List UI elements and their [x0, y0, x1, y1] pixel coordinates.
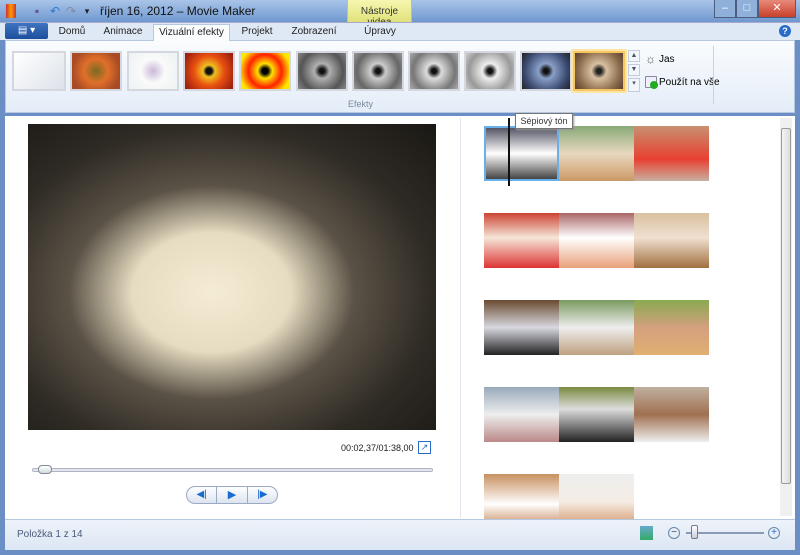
storyboard-clip[interactable]: [484, 213, 559, 268]
next-frame-button[interactable]: |▶: [248, 487, 277, 503]
effect-bw4[interactable]: [464, 51, 516, 91]
storyboard-clip[interactable]: [634, 213, 709, 268]
effect-cyan[interactable]: [520, 51, 572, 91]
tab-domu[interactable]: Domů: [50, 24, 94, 41]
storyboard-clip[interactable]: [559, 213, 634, 268]
effect-posterize[interactable]: [183, 51, 235, 91]
pane-divider: [460, 118, 461, 518]
ribbon-divider: [713, 46, 714, 104]
thumbnail-size-icon[interactable]: [640, 526, 653, 540]
storyboard-clip[interactable]: [634, 387, 709, 442]
redo-icon[interactable]: ↷: [64, 4, 78, 18]
storyboard-clip[interactable]: [634, 300, 709, 355]
previous-frame-button[interactable]: ◀|: [187, 487, 218, 503]
seek-slider[interactable]: [32, 468, 433, 472]
zoom-out-button[interactable]: −: [668, 527, 680, 539]
apply-all-icon: [645, 76, 658, 89]
undo-icon[interactable]: ↶: [48, 4, 62, 18]
app-icon: [6, 4, 16, 18]
zoom-thumb[interactable]: [690, 525, 698, 539]
playhead[interactable]: [508, 118, 510, 186]
playback-controls: ◀| ▶ |▶: [186, 486, 278, 504]
storyboard-clip[interactable]: [559, 300, 634, 355]
effect-edge[interactable]: [127, 51, 179, 91]
storyboard-clip[interactable]: [484, 387, 559, 442]
effect-sepia[interactable]: [573, 51, 625, 91]
gallery-scroll-up[interactable]: ▲: [628, 50, 640, 62]
group-label-efekty: Efekty: [348, 99, 374, 109]
close-button[interactable]: ✕: [758, 0, 796, 18]
window-title: říjen 16, 2012 – Movie Maker: [100, 4, 256, 18]
maximize-button[interactable]: □: [736, 0, 758, 18]
storyboard-clip[interactable]: [559, 387, 634, 442]
tab-vizualni-efekty[interactable]: Vizuální efekty: [153, 24, 230, 41]
scrollbar-thumb[interactable]: [781, 128, 791, 484]
save-icon[interactable]: ▪: [30, 4, 44, 18]
brightness-icon: ☼: [645, 52, 656, 66]
tab-upravy[interactable]: Úpravy: [348, 24, 412, 41]
customize-icon[interactable]: ▾: [80, 4, 94, 18]
play-button[interactable]: ▶: [217, 487, 248, 503]
video-preview[interactable]: [28, 124, 436, 430]
storyboard-scrollbar[interactable]: [780, 118, 792, 516]
context-tab-label: Nástroje videa: [347, 0, 412, 28]
effect-blur[interactable]: [70, 51, 122, 91]
tab-zobrazeni[interactable]: Zobrazení: [283, 24, 345, 41]
effect-none[interactable]: [12, 51, 66, 91]
status-text: Položka 1 z 14: [17, 529, 83, 540]
effect-bw3[interactable]: [408, 51, 460, 91]
storyboard-clip[interactable]: [634, 126, 709, 181]
apply-all-button[interactable]: Použít na vše: [659, 77, 720, 88]
tooltip: Sépiový tón: [515, 113, 573, 129]
time-readout: 00:02,37/01:38,00: [341, 443, 414, 453]
effect-bw1[interactable]: [296, 51, 348, 91]
tab-projekt[interactable]: Projekt: [232, 24, 282, 41]
minimize-button[interactable]: –: [714, 0, 736, 18]
effect-bw2[interactable]: [352, 51, 404, 91]
storyboard-clip[interactable]: [484, 126, 559, 181]
fullscreen-icon[interactable]: ↗: [418, 441, 431, 454]
effect-threshold[interactable]: [239, 51, 291, 91]
storyboard-clip[interactable]: [559, 126, 634, 181]
help-icon[interactable]: ?: [779, 25, 791, 37]
brightness-button[interactable]: Jas: [659, 54, 675, 65]
zoom-in-button[interactable]: +: [768, 527, 780, 539]
gallery-expand[interactable]: ▾: [628, 78, 640, 92]
gallery-scroll-down[interactable]: ▼: [628, 64, 640, 76]
tab-animace[interactable]: Animace: [95, 24, 151, 41]
file-menu-button[interactable]: ▤ ▾: [5, 23, 48, 39]
storyboard-clip[interactable]: [484, 300, 559, 355]
seek-thumb[interactable]: [37, 465, 52, 474]
